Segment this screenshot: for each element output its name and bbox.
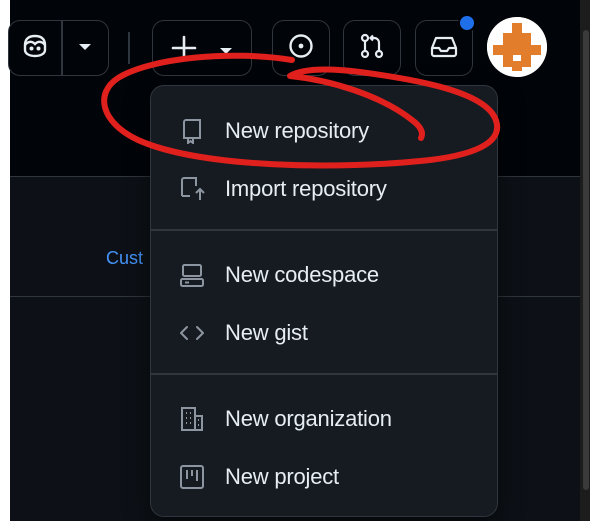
menu-item-new-repository[interactable]: New repository (151, 106, 497, 156)
codespaces-icon (179, 262, 205, 288)
menu-item-label: New codespace (225, 262, 379, 287)
git-pull-request-icon (358, 32, 386, 65)
repo-icon (179, 118, 205, 144)
menu-divider (151, 229, 497, 231)
notification-indicator (458, 14, 476, 32)
repo-push-icon (179, 176, 205, 202)
menu-item-label: New gist (225, 320, 308, 345)
menu-item-label: New repository (225, 118, 369, 143)
copilot-button[interactable] (9, 21, 61, 75)
organization-icon (179, 406, 205, 432)
pull-requests-button[interactable] (343, 20, 401, 76)
scrollbar-thumb[interactable] (583, 30, 589, 490)
triangle-down-icon (219, 43, 233, 61)
copilot-caret-button[interactable] (63, 21, 109, 75)
avatar[interactable] (487, 17, 547, 77)
menu-item-label: New organization (225, 406, 392, 431)
triangle-down-icon (78, 39, 92, 57)
window-edge (0, 0, 10, 521)
code-icon (179, 320, 205, 346)
menu-item-new-organization[interactable]: New organization (151, 394, 497, 444)
screen: Cust New repository Import repository Ne… (0, 0, 590, 521)
menu-item-new-codespace[interactable]: New codespace (151, 250, 497, 300)
menu-item-import-repository[interactable]: Import repository (151, 164, 497, 214)
create-new-button[interactable] (152, 20, 252, 76)
menu-item-label: Import repository (225, 176, 387, 201)
plus-icon (171, 31, 197, 70)
header-separator (128, 32, 130, 64)
issue-opened-icon (287, 32, 315, 65)
copilot-menu-button[interactable] (8, 20, 109, 76)
customize-link[interactable]: Cust (106, 248, 143, 269)
menu-item-new-project[interactable]: New project (151, 452, 497, 502)
project-icon (179, 464, 205, 490)
create-new-menu: New repository Import repository New cod… (150, 85, 498, 517)
issues-button[interactable] (272, 20, 330, 76)
menu-divider (151, 373, 497, 375)
copilot-icon (21, 32, 49, 65)
menu-item-label: New project (225, 464, 339, 489)
menu-item-new-gist[interactable]: New gist (151, 308, 497, 358)
inbox-icon (429, 32, 459, 65)
